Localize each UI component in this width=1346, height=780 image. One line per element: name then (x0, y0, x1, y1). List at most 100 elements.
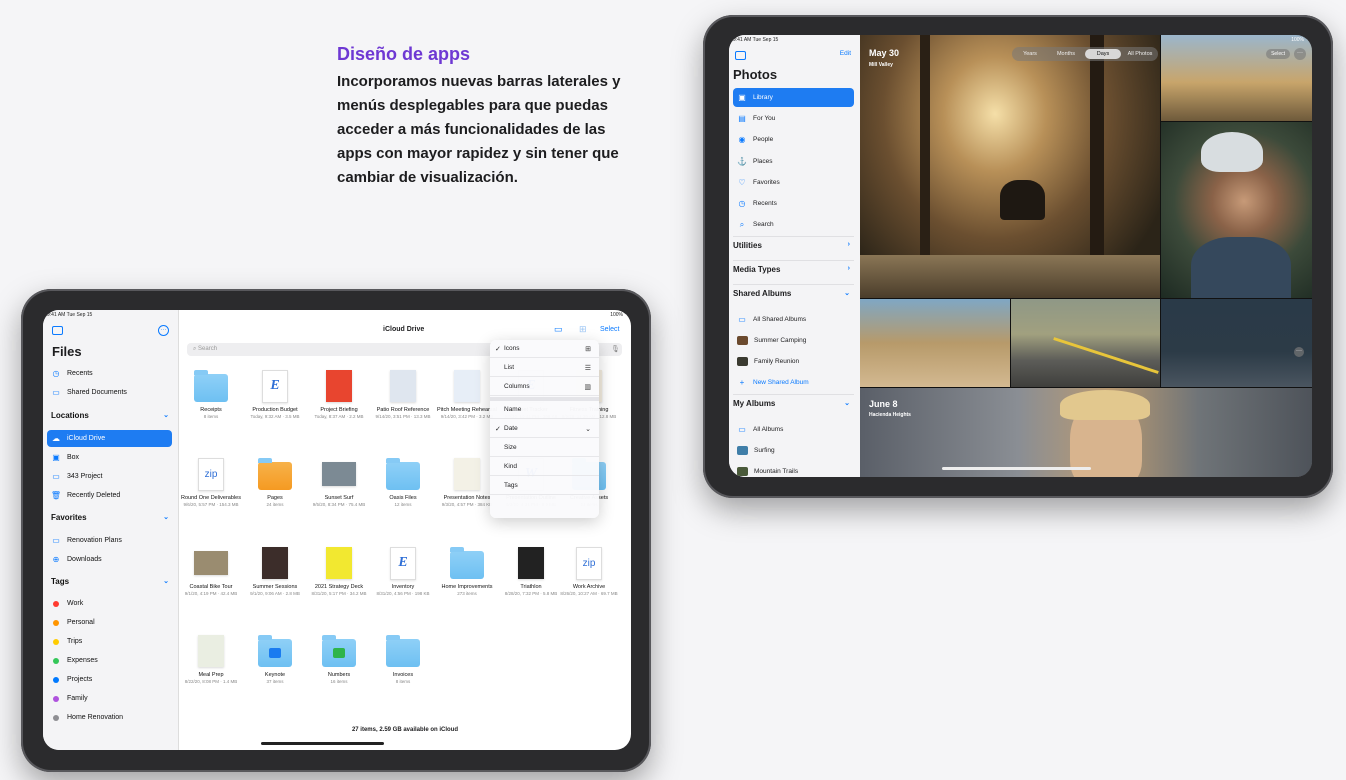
file-item[interactable]: Home Improvements 273 items (437, 546, 497, 597)
sidebar-item-places[interactable]: ⚓ Places (733, 152, 854, 171)
menu-item-size[interactable]: Size (490, 439, 599, 457)
tag-personal[interactable]: Personal (51, 614, 171, 631)
sidebar-item-library[interactable]: ▣ Library (733, 88, 854, 107)
tag-trips[interactable]: Trips (51, 633, 171, 650)
utilities-header[interactable]: Utilities › (733, 236, 854, 260)
section-description: Incorporamos nuevas barras laterales y m… (337, 73, 621, 186)
sidebar-item-recents[interactable]: ◷ Recents (733, 194, 854, 213)
file-item[interactable]: Sunset Surf 9/5/20, 8:34 PM · 75.4 MB (309, 457, 369, 508)
sidebar-item-family-reunion[interactable]: Family Reunion (733, 352, 854, 371)
file-item[interactable]: Summer Sessions 9/1/20, 9:06 AM · 2.8 MB (245, 546, 305, 597)
file-item[interactable]: E Inventory 8/31/20, 4:56 PM · 198 KB (373, 546, 433, 597)
more-icon[interactable]: ··· (1294, 347, 1304, 357)
file-item[interactable]: 2021 Strategy Deck 8/31/20, 5:17 PM · 34.… (309, 546, 369, 597)
select-button[interactable]: Select (1266, 49, 1290, 59)
sidebar-item-all-albums[interactable]: ▭ All Albums (733, 420, 854, 439)
file-item[interactable]: Receipts 8 items (181, 369, 241, 420)
sidebar-item-renovation-plans[interactable]: ▭ Renovation Plans (51, 532, 171, 549)
sidebar-item-mountain-trails[interactable]: Mountain Trails (733, 462, 854, 477)
photo-beach-cyclist[interactable] (860, 299, 1010, 387)
photo-night-cyclists[interactable]: ··· (1161, 299, 1312, 387)
view-grid-icon[interactable]: ⊞ (579, 324, 587, 335)
favorites-header[interactable]: Favorites ⌄ (51, 513, 171, 522)
media-types-header[interactable]: Media Types › (733, 260, 854, 284)
sidebar-toggle-icon[interactable] (735, 51, 746, 60)
sidebar-item-recents[interactable]: ◷ Recents (51, 365, 171, 382)
photo-hill-cyclists[interactable] (1161, 35, 1312, 121)
file-item[interactable]: E Production Budget Today, 9:32 AM · 3.5 M… (245, 369, 305, 420)
more-icon[interactable]: ··· (158, 325, 169, 336)
segment-years[interactable]: Years (1012, 51, 1048, 57)
locations-header[interactable]: Locations ⌄ (51, 411, 171, 420)
file-item[interactable]: Pages 24 items (245, 457, 305, 508)
file-item[interactable]: Patio Roof Reference 9/14/20, 3:51 PM · 1… (373, 369, 433, 420)
file-item[interactable]: Oasis Files 12 items (373, 457, 433, 508)
sidebar-item-shared-documents[interactable]: ▭ Shared Documents (51, 384, 171, 401)
sidebar-item-people[interactable]: ◉ People (733, 130, 854, 149)
photo-woman-portrait[interactable] (860, 388, 1312, 477)
sidebar-item-search[interactable]: ⌕ Search (733, 215, 854, 234)
menu-item-tags[interactable]: Tags (490, 477, 599, 495)
menu-item-kind[interactable]: Kind (490, 458, 599, 476)
file-item[interactable]: Presentation Notes 9/3/20, 4:57 PM · 384 … (437, 457, 497, 508)
sidebar-item-surfing[interactable]: Surfing (733, 441, 854, 460)
shared-albums-header[interactable]: Shared Albums ⌄ (733, 284, 854, 308)
sidebar-item-all-shared-albums[interactable]: ▭ All Shared Albums (733, 310, 854, 329)
sidebar-item-label: iCloud Drive (67, 435, 106, 442)
sidebar-item-343-project[interactable]: ▭ 343 Project (51, 468, 171, 485)
home-indicator[interactable] (261, 742, 384, 745)
sidebar-toggle-icon[interactable] (52, 326, 63, 335)
segment-months[interactable]: Months (1048, 51, 1084, 57)
tag-home-renovation[interactable]: Home Renovation (51, 709, 171, 726)
file-meta: 9/6/20, 5:57 PM · 154.3 MB (183, 502, 239, 507)
files-title: Files (52, 344, 82, 359)
sidebar-item-recently-deleted[interactable]: 🗑 Recently Deleted (51, 487, 171, 504)
segment-days[interactable]: Days (1085, 49, 1121, 59)
file-meta: 37 items (266, 679, 284, 684)
menu-item-columns[interactable]: Columns ▥ (490, 378, 599, 396)
my-albums-header[interactable]: My Albums ⌄ (733, 394, 854, 418)
sidebar-item-downloads[interactable]: ⊕ Downloads (51, 551, 171, 568)
menu-item-date[interactable]: ✓ Date ⌄ (490, 420, 599, 438)
more-icon[interactable]: ··· (1294, 48, 1306, 60)
tag-work[interactable]: Work (51, 595, 171, 612)
edit-button[interactable]: Edit (840, 50, 851, 57)
file-meta: 9/5/20, 8:34 PM · 75.4 MB (312, 502, 366, 507)
segment-all-photos[interactable]: All Photos (1122, 51, 1158, 57)
checkmark-icon: ✓ (495, 425, 501, 433)
microphone-icon[interactable]: 🎙 (611, 345, 620, 353)
sidebar-item-box[interactable]: ▣ Box (51, 449, 171, 466)
file-item[interactable]: Invoices 8 items (373, 634, 433, 685)
home-indicator[interactable] (942, 467, 1091, 470)
file-item[interactable]: Coastal Bike Tour 9/1/20, 4:19 PM · 42.4 … (181, 546, 241, 597)
menu-item-name[interactable]: Name (490, 401, 599, 419)
menu-item-icons[interactable]: ✓ Icons ⊞ (490, 340, 599, 358)
file-item[interactable]: Triathlon 8/28/20, 7:32 PM · 5.8 MB (501, 546, 561, 597)
sidebar-item-favorites[interactable]: ♡ Favorites (733, 173, 854, 192)
file-thumbnail: E (258, 369, 292, 403)
file-item[interactable]: Pitch Meeting Rehearsal 9/14/20, 3:42 PM … (437, 369, 497, 420)
tags-header[interactable]: Tags ⌄ (51, 577, 171, 586)
new-folder-icon[interactable]: ▭ (554, 324, 563, 335)
file-item[interactable]: Meal Prep 8/22/20, 8:08 PM · 1.4 MB (181, 634, 241, 685)
storage-footer: 27 items, 2.59 GB available on iCloud (351, 727, 459, 733)
sidebar-item-for-you[interactable]: ▤ For You (733, 109, 854, 128)
sidebar-item-summer-camping[interactable]: Summer Camping (733, 331, 854, 350)
sidebar-item-icloud-drive[interactable]: ☁ iCloud Drive (47, 430, 172, 447)
tag-projects[interactable]: Projects (51, 671, 171, 688)
file-item[interactable]: Keynote 37 items (245, 634, 305, 685)
photo-road-cyclists[interactable] (1011, 299, 1160, 387)
new-shared-album-button[interactable]: + New Shared Album (733, 373, 854, 392)
file-item[interactable]: zip Round One Deliverables 9/6/20, 5:57 PM… (181, 457, 241, 508)
tag-family[interactable]: Family (51, 690, 171, 707)
menu-item-list[interactable]: List ☰ (490, 359, 599, 377)
photo-cyclists-forest[interactable] (860, 35, 1160, 298)
file-item[interactable]: Numbers 16 items (309, 634, 369, 685)
select-button[interactable]: Select (600, 326, 619, 333)
file-thumbnail (194, 546, 228, 580)
tag-expenses[interactable]: Expenses (51, 652, 171, 669)
file-item[interactable]: Project Briefing Today, 8:37 AM · 2.2 MB (309, 369, 369, 420)
photo-cyclist-portrait[interactable] (1161, 122, 1312, 298)
file-item[interactable]: zip Work Archive 8/26/20, 10:27 AM · 69.7 … (559, 546, 619, 597)
file-thumbnail (450, 369, 484, 403)
